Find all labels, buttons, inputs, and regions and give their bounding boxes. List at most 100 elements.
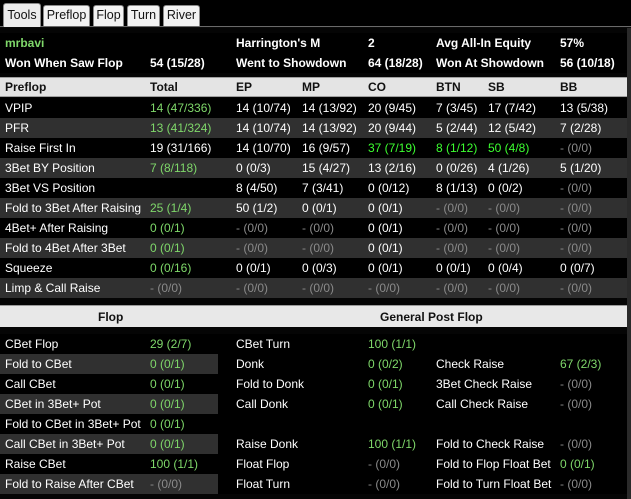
- stat-value[interactable]: 13 (5/38): [560, 98, 608, 118]
- stat-value[interactable]: 0 (0/4): [488, 258, 523, 278]
- stat-value[interactable]: 100 (1/1): [368, 334, 416, 354]
- tab-turn[interactable]: Turn: [127, 5, 160, 26]
- stat-value[interactable]: 67 (2/3): [560, 354, 601, 374]
- stat-value[interactable]: - (0/0): [302, 238, 334, 258]
- stat-value[interactable]: 0 (0/1): [150, 394, 185, 414]
- stat-value[interactable]: 0 (0/1): [150, 354, 185, 374]
- stat-value[interactable]: 0 (0/1): [436, 258, 471, 278]
- stat-value[interactable]: - (0/0): [488, 278, 520, 298]
- stat-value[interactable]: 0 (0/1): [368, 198, 403, 218]
- stat-value[interactable]: - (0/0): [560, 178, 592, 198]
- stat-value[interactable]: 7 (2/28): [560, 118, 601, 138]
- stat-value[interactable]: - (0/0): [150, 278, 182, 298]
- scrollbar[interactable]: [627, 28, 631, 499]
- stat-value[interactable]: 5 (1/20): [560, 158, 601, 178]
- stat-value[interactable]: - (0/0): [436, 238, 468, 258]
- stat-value[interactable]: - (0/0): [436, 278, 468, 298]
- stat-value[interactable]: - (0/0): [302, 218, 334, 238]
- tab-river[interactable]: River: [163, 5, 200, 26]
- stat-value[interactable]: - (0/0): [236, 218, 268, 238]
- stat-value[interactable]: 14 (13/92): [302, 98, 357, 118]
- stat-value[interactable]: - (0/0): [560, 198, 592, 218]
- stat-value[interactable]: - (0/0): [436, 198, 468, 218]
- stat-value[interactable]: 0 (0/1): [236, 258, 271, 278]
- stat-value[interactable]: 0 (0/1): [368, 374, 403, 394]
- stat-value[interactable]: 50 (4/8): [488, 138, 529, 158]
- stat-value[interactable]: - (0/0): [368, 474, 400, 494]
- stat-value[interactable]: 8 (4/50): [236, 178, 277, 198]
- stat-value[interactable]: - (0/0): [488, 238, 520, 258]
- summary-row-1: mrbavi Harrington's M 2 Avg All-In Equit…: [0, 33, 631, 53]
- stat-value[interactable]: - (0/0): [560, 394, 592, 414]
- tab-flop[interactable]: Flop: [93, 5, 124, 26]
- stat-value[interactable]: 0 (0/1): [368, 394, 403, 414]
- stat-value[interactable]: 0 (0/1): [302, 198, 337, 218]
- stat-value[interactable]: 13 (2/16): [368, 158, 416, 178]
- stat-value[interactable]: - (0/0): [368, 278, 400, 298]
- stat-value[interactable]: 0 (0/1): [150, 434, 185, 454]
- stat-value[interactable]: 29 (2/7): [150, 334, 191, 354]
- stat-value[interactable]: 0 (0/12): [368, 178, 409, 198]
- stat-value[interactable]: - (0/0): [488, 218, 520, 238]
- stat-value[interactable]: - (0/0): [560, 218, 592, 238]
- stat-value[interactable]: 0 (0/1): [150, 374, 185, 394]
- stat-value[interactable]: 19 (31/166): [150, 138, 211, 158]
- wwsf-label: Won When Saw Flop: [5, 56, 123, 70]
- stat-value[interactable]: 0 (0/26): [436, 158, 477, 178]
- stat-value[interactable]: - (0/0): [488, 198, 520, 218]
- stat-value[interactable]: 14 (10/74): [236, 98, 291, 118]
- stat-label: Squeeze: [5, 261, 53, 275]
- stat-value[interactable]: 0 (0/3): [302, 258, 337, 278]
- stat-value[interactable]: 8 (1/13): [436, 178, 477, 198]
- stat-value[interactable]: - (0/0): [436, 218, 468, 238]
- stat-value[interactable]: 14 (10/74): [236, 118, 291, 138]
- stat-label: 3Bet VS Position: [5, 181, 96, 195]
- stat-value[interactable]: 100 (1/1): [368, 434, 416, 454]
- stat-value[interactable]: - (0/0): [560, 474, 592, 494]
- stat-value[interactable]: 100 (1/1): [150, 454, 198, 474]
- stat-value[interactable]: - (0/0): [560, 434, 592, 454]
- stat-value[interactable]: 20 (9/44): [368, 118, 416, 138]
- stat-value[interactable]: 4 (1/26): [488, 158, 529, 178]
- stat-value[interactable]: 0 (0/1): [150, 238, 185, 258]
- stat-value[interactable]: 0 (0/1): [368, 258, 403, 278]
- stat-value[interactable]: 20 (9/45): [368, 98, 416, 118]
- stat-value[interactable]: - (0/0): [236, 278, 268, 298]
- stat-value[interactable]: 0 (0/3): [236, 158, 271, 178]
- stat-value[interactable]: 0 (0/2): [368, 354, 403, 374]
- stat-value[interactable]: 15 (4/27): [302, 158, 350, 178]
- tab-preflop[interactable]: Preflop: [43, 5, 90, 26]
- stat-value[interactable]: - (0/0): [560, 374, 592, 394]
- stat-value[interactable]: - (0/0): [150, 474, 182, 494]
- stat-value[interactable]: 7 (3/41): [302, 178, 343, 198]
- stat-value[interactable]: - (0/0): [236, 238, 268, 258]
- stat-value[interactable]: 7 (3/45): [436, 98, 477, 118]
- tab-tools[interactable]: Tools: [3, 3, 41, 27]
- stat-value[interactable]: 37 (7/19): [368, 138, 416, 158]
- stat-value[interactable]: 7 (8/118): [150, 158, 197, 178]
- stat-value[interactable]: 14 (13/92): [302, 118, 357, 138]
- stat-value[interactable]: 16 (9/57): [302, 138, 350, 158]
- stat-value[interactable]: 5 (2/44): [436, 118, 477, 138]
- stat-value[interactable]: 13 (41/324): [150, 118, 211, 138]
- stat-value[interactable]: 17 (7/42): [488, 98, 536, 118]
- stat-value[interactable]: 0 (0/7): [560, 258, 595, 278]
- stat-value[interactable]: 25 (1/4): [150, 198, 191, 218]
- stat-value[interactable]: - (0/0): [560, 238, 592, 258]
- stat-value[interactable]: 12 (5/42): [488, 118, 536, 138]
- stat-value[interactable]: 14 (47/336): [150, 98, 211, 118]
- stat-value[interactable]: 0 (0/1): [150, 414, 185, 434]
- stat-value[interactable]: 0 (0/1): [368, 238, 403, 258]
- stat-value[interactable]: - (0/0): [560, 278, 592, 298]
- stat-value[interactable]: 0 (0/16): [150, 258, 191, 278]
- stat-value[interactable]: 0 (0/1): [150, 218, 185, 238]
- stat-value[interactable]: 0 (0/1): [560, 454, 595, 474]
- stat-value[interactable]: 0 (0/1): [368, 218, 403, 238]
- stat-value[interactable]: 8 (1/12): [436, 138, 477, 158]
- stat-value[interactable]: 14 (10/70): [236, 138, 291, 158]
- stat-value[interactable]: 50 (1/2): [236, 198, 277, 218]
- stat-value[interactable]: - (0/0): [368, 454, 400, 474]
- stat-value[interactable]: - (0/0): [302, 278, 334, 298]
- stat-value[interactable]: - (0/0): [560, 138, 592, 158]
- stat-value[interactable]: 0 (0/2): [488, 178, 523, 198]
